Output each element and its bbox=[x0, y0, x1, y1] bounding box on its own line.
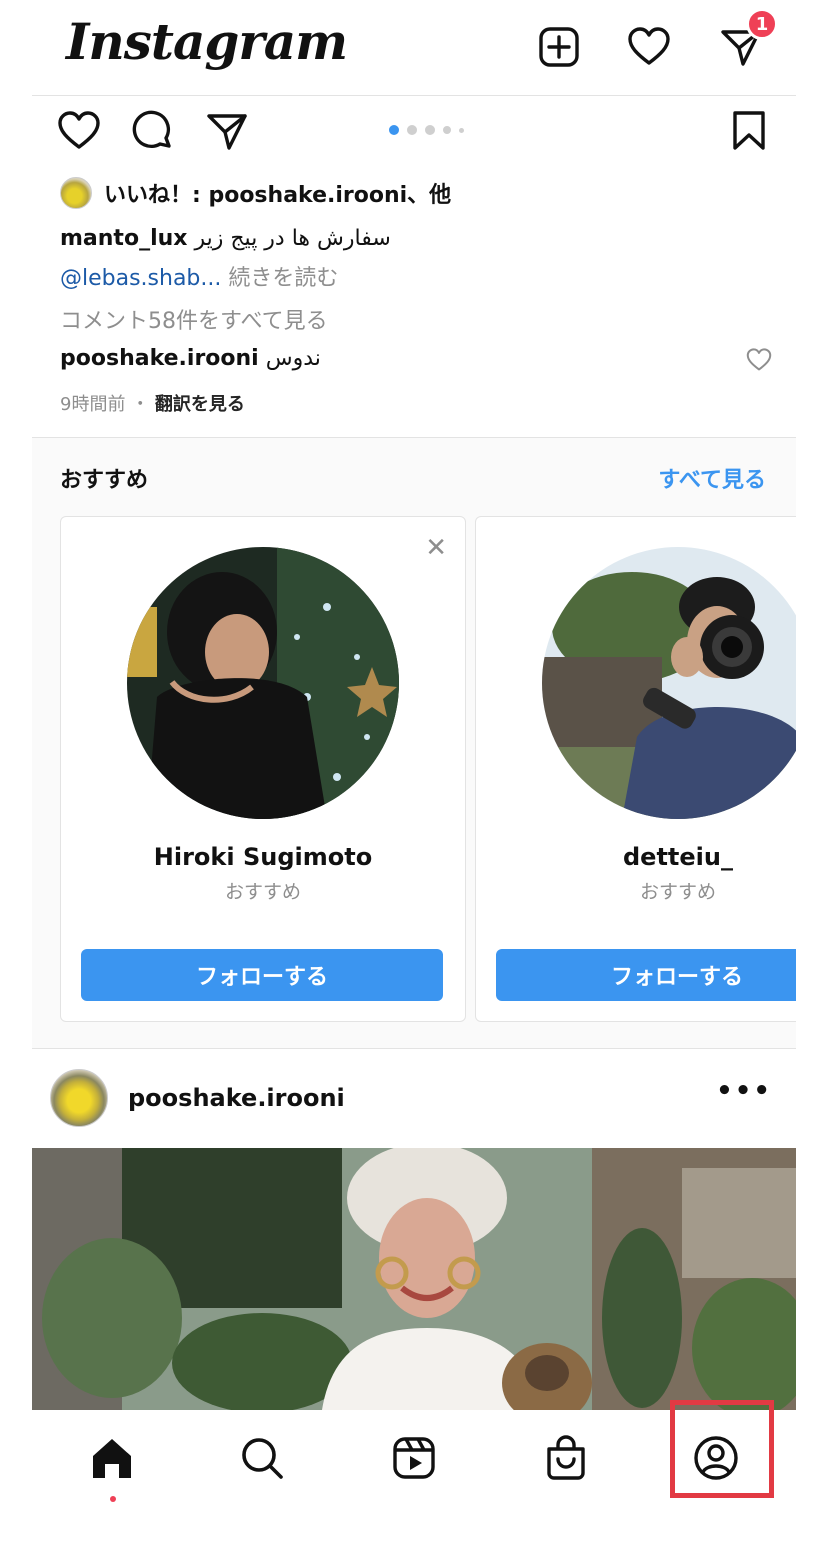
share-icon[interactable] bbox=[204, 108, 250, 154]
shop-icon[interactable] bbox=[536, 1428, 596, 1488]
caption-continued: @lebas.shab... 続きを読む bbox=[60, 260, 338, 292]
dismiss-icon[interactable]: ✕ bbox=[425, 533, 447, 563]
likes-text: いいね！: pooshake.irooni、他 bbox=[104, 183, 452, 208]
comment-text: ندوس bbox=[265, 346, 321, 371]
instagram-logo[interactable]: Instagram bbox=[66, 12, 348, 71]
see-all-link[interactable]: すべて見る bbox=[658, 462, 766, 494]
suggestions-section: おすすめ すべて見る ✕ Hiroki Sugimoto おすすめ フォローする bbox=[32, 437, 796, 1049]
carousel-dot bbox=[425, 125, 435, 135]
like-icon[interactable] bbox=[56, 108, 102, 154]
top-comment: pooshake.irooni ندوس bbox=[60, 346, 321, 371]
suggestions-title: おすすめ bbox=[60, 468, 149, 493]
carousel-dot bbox=[407, 125, 417, 135]
suggestion-avatar[interactable] bbox=[127, 547, 399, 819]
more-options-icon[interactable]: ••• bbox=[716, 1076, 772, 1106]
reels-icon[interactable] bbox=[384, 1428, 444, 1488]
post-header: pooshake.irooni ••• bbox=[32, 1050, 796, 1148]
liker-avatar bbox=[60, 177, 92, 209]
bookmark-icon[interactable] bbox=[726, 108, 772, 154]
view-all-comments-link[interactable]: コメント58件をすべて見る bbox=[60, 303, 328, 335]
post-action-bar bbox=[32, 100, 796, 160]
comment-icon[interactable] bbox=[130, 108, 176, 154]
suggestion-card: detteiu_ おすすめ フォローする bbox=[475, 516, 796, 1022]
carousel-dot bbox=[389, 125, 399, 135]
post-author-username[interactable]: pooshake.irooni bbox=[128, 1084, 345, 1112]
heart-icon[interactable] bbox=[626, 24, 672, 70]
top-bar: Instagram 1 bbox=[32, 0, 796, 96]
search-icon[interactable] bbox=[232, 1428, 292, 1488]
caption: manto_lux سفارش ها در پیج زیر bbox=[60, 226, 391, 251]
suggestion-name[interactable]: detteiu_ bbox=[476, 843, 796, 871]
carousel-indicator bbox=[389, 125, 464, 135]
direct-message-icon[interactable]: 1 bbox=[718, 8, 778, 70]
read-more-link[interactable]: 続きを読む bbox=[221, 266, 338, 291]
caption-text: سفارش ها در پیج زیر bbox=[194, 226, 391, 251]
add-post-icon[interactable] bbox=[536, 24, 582, 70]
follow-button[interactable]: フォローする bbox=[81, 949, 443, 1001]
post-time: 9時間前 bbox=[60, 394, 126, 415]
profile-highlight-box bbox=[670, 1400, 774, 1498]
suggestion-subtitle: おすすめ bbox=[639, 881, 716, 903]
home-active-dot bbox=[110, 1496, 116, 1502]
carousel-dot bbox=[443, 126, 451, 134]
post-author-avatar[interactable] bbox=[50, 1069, 108, 1127]
suggestion-subtitle: おすすめ bbox=[224, 881, 301, 903]
caption-mention[interactable]: @lebas.shab... bbox=[60, 266, 221, 291]
caption-username[interactable]: manto_lux bbox=[60, 226, 187, 251]
translate-link[interactable]: 翻訳を見る bbox=[155, 394, 245, 415]
carousel-dot bbox=[459, 127, 464, 133]
suggestion-avatar[interactable] bbox=[542, 547, 796, 819]
likes-line[interactable]: いいね！: pooshake.irooni、他 bbox=[60, 176, 451, 210]
meta-separator: ・ bbox=[131, 394, 150, 415]
comment-username[interactable]: pooshake.irooni bbox=[60, 346, 259, 371]
comment-like-icon[interactable] bbox=[746, 348, 772, 376]
suggestion-name[interactable]: Hiroki Sugimoto bbox=[61, 843, 465, 871]
suggestion-card: ✕ Hiroki Sugimoto おすすめ フォローする bbox=[60, 516, 466, 1022]
home-icon[interactable] bbox=[82, 1428, 142, 1488]
dm-badge: 1 bbox=[746, 8, 778, 40]
post-meta: 9時間前 ・ 翻訳を見る bbox=[60, 390, 245, 416]
post-image[interactable] bbox=[32, 1148, 796, 1410]
follow-button[interactable]: フォローする bbox=[496, 949, 796, 1001]
